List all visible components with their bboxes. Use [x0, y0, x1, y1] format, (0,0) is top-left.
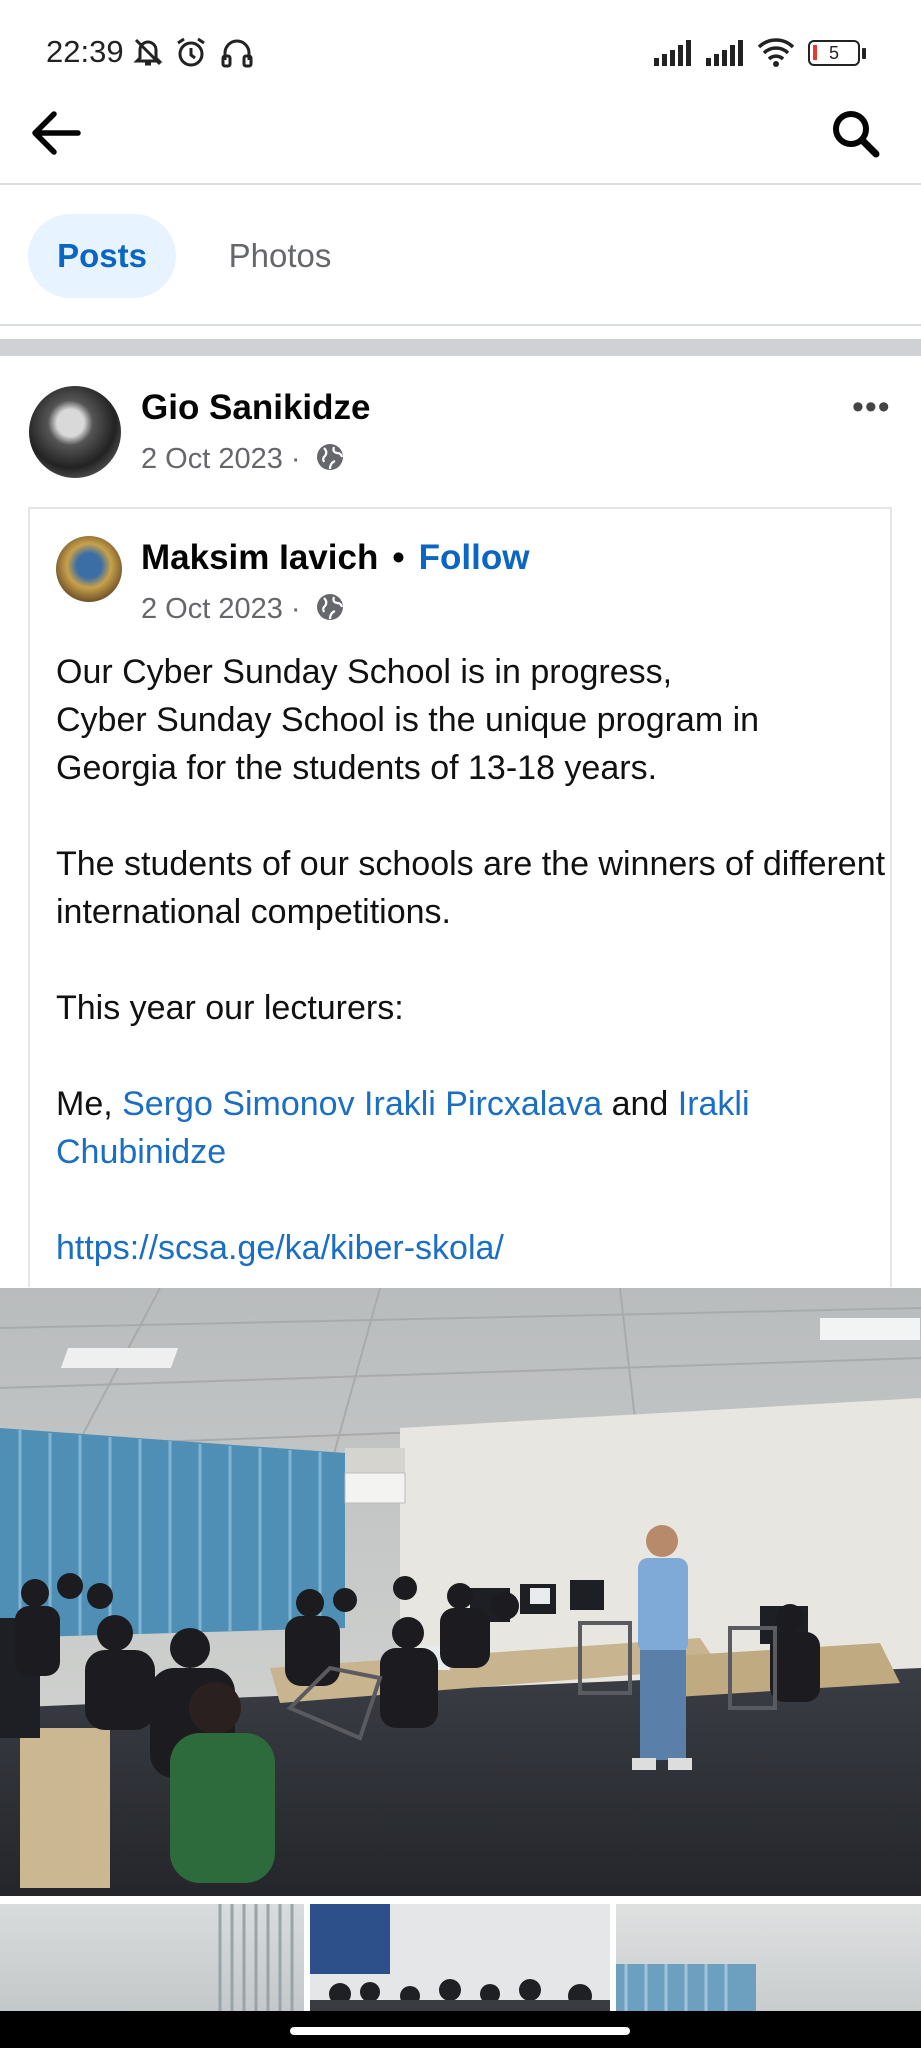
- tab-posts-label: Posts: [57, 237, 147, 274]
- tab-photos[interactable]: Photos: [200, 214, 360, 298]
- battery-tip: [862, 48, 866, 59]
- photo-thumbnail-row: [0, 1904, 921, 2011]
- alarm-icon: [177, 37, 205, 67]
- battery-icon: 5: [808, 40, 860, 66]
- shared-author-row: Maksim Iavich • Follow: [141, 538, 529, 578]
- text-segment: [355, 1085, 364, 1123]
- text-segment: Me,: [56, 1085, 123, 1123]
- globe-icon: [316, 444, 343, 470]
- shared-author-avatar[interactable]: [56, 536, 122, 602]
- arrow-left-icon[interactable]: [30, 110, 82, 156]
- separator-dot: •: [392, 538, 405, 577]
- post-line: The students of our schools are the winn…: [56, 845, 886, 931]
- bell-off-icon: [133, 38, 163, 66]
- shared-author-name[interactable]: Maksim Iavich: [141, 538, 378, 577]
- headphones-icon: [221, 39, 253, 68]
- photo-thumbnail[interactable]: [616, 1904, 921, 2011]
- wifi-icon: [757, 38, 795, 67]
- photo-thumbnail[interactable]: [0, 1904, 304, 2011]
- post-text: Our Cyber Sunday School is in progress, …: [56, 648, 886, 1272]
- shared-post-date: 2 Oct 2023 ·: [141, 593, 301, 625]
- battery-level: 5: [828, 42, 839, 63]
- signal-icon: [706, 38, 743, 66]
- feed-separator: [0, 339, 921, 356]
- post-meta: 2 Oct 2023 ·: [141, 442, 345, 476]
- topbar-divider: [0, 183, 921, 185]
- url-link[interactable]: https://scsa.ge/ka/kiber-skola/: [56, 1229, 504, 1267]
- text-segment: and: [602, 1085, 678, 1123]
- author-name[interactable]: Gio Sanikidze: [141, 388, 371, 428]
- post-line: Our Cyber Sunday School is in progress,: [56, 653, 673, 691]
- signal-icon: [654, 38, 691, 66]
- post-photo[interactable]: [0, 1288, 921, 1896]
- post-date: 2 Oct 2023 ·: [141, 443, 301, 475]
- post-line: This year our lecturers:: [56, 989, 404, 1027]
- status-time: 22:39: [46, 34, 124, 69]
- tab-photos-label: Photos: [228, 237, 332, 274]
- author-avatar[interactable]: [29, 386, 121, 478]
- photo-thumbnail[interactable]: [310, 1904, 610, 2011]
- search-icon[interactable]: [830, 108, 882, 160]
- shared-post-meta: 2 Oct 2023 ·: [141, 592, 345, 626]
- more-options-button[interactable]: •••: [852, 388, 891, 427]
- tabs-divider: [0, 324, 921, 326]
- mention-link[interactable]: Irakli Pircxalava: [364, 1085, 602, 1123]
- post-line: Cyber Sunday School is the unique progra…: [56, 701, 760, 787]
- follow-button[interactable]: Follow: [419, 538, 530, 577]
- home-handle[interactable]: [290, 2027, 630, 2035]
- lecturers-line: Me, Sergo Simonov Irakli Pircxalava and …: [56, 1080, 886, 1176]
- globe-icon: [316, 594, 343, 620]
- tab-posts[interactable]: Posts: [28, 214, 176, 298]
- mention-link[interactable]: Sergo Simonov: [122, 1085, 354, 1123]
